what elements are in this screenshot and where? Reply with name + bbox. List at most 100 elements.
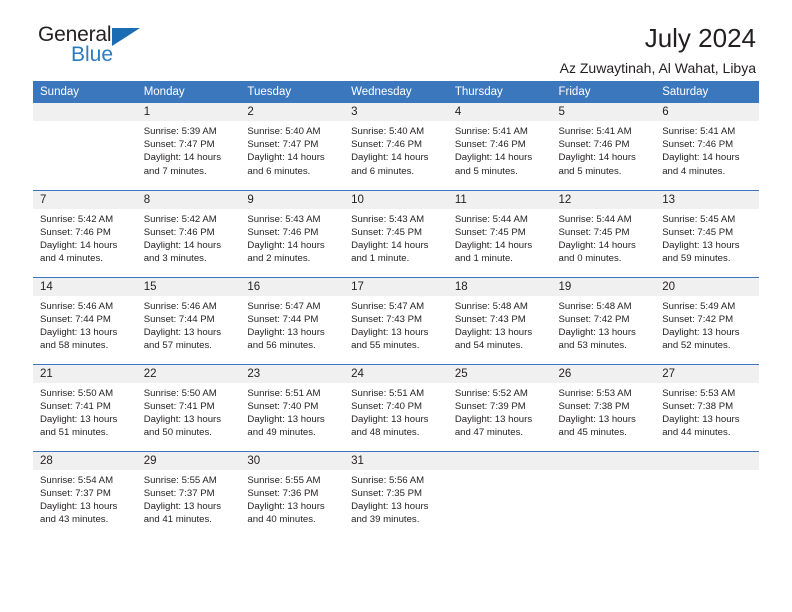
sunrise-text: Sunrise: 5:48 AM: [558, 300, 632, 312]
day-number: 26: [551, 364, 656, 383]
day-info: Sunrise: 5:43 AM Sunset: 7:45 PM Daylight:…: [344, 209, 448, 266]
daylight-text: Daylight: 14 hours and 3 minutes.: [143, 239, 222, 265]
day-cell[interactable]: 20 Sunrise: 5:49 AM Sunset: 7:42 PM Dayligh…: [655, 276, 759, 364]
daylight-text: Daylight: 13 hours and 58 minutes.: [40, 326, 118, 352]
day-cell[interactable]: 18 Sunrise: 5:48 AM Sunset: 7:43 PM Dayligh…: [447, 276, 552, 364]
day-cell[interactable]: 7 Sunrise: 5:42 AM Sunset: 7:46 PM Daylight…: [33, 189, 137, 277]
daylight-text: Daylight: 13 hours and 41 minutes.: [143, 500, 222, 526]
day-cell-empty: [551, 450, 656, 538]
sunset-text: Sunset: 7:44 PM: [143, 313, 215, 325]
day-info: Sunrise: 5:52 AM Sunset: 7:39 PM Daylight:…: [448, 383, 552, 440]
daylight-text: Daylight: 14 hours and 4 minutes.: [40, 239, 118, 265]
sunset-text: Sunset: 7:47 PM: [143, 139, 215, 151]
day-info: Sunrise: 5:55 AM Sunset: 7:36 PM Daylight:…: [240, 470, 344, 527]
day-number: 16: [240, 277, 345, 296]
daylight-text: Daylight: 14 hours and 5 minutes.: [454, 152, 533, 177]
day-cell[interactable]: 3 Sunrise: 5:40 AM Sunset: 7:46 PM Daylight…: [344, 103, 448, 190]
sunrise-text: Sunrise: 5:39 AM: [143, 126, 217, 137]
day-cell[interactable]: 6 Sunrise: 5:41 AM Sunset: 7:46 PM Daylight…: [655, 103, 759, 190]
day-info: Sunrise: 5:50 AM Sunset: 7:41 PM Daylight:…: [137, 383, 241, 440]
day-cell[interactable]: 8 Sunrise: 5:42 AM Sunset: 7:46 PM Daylight…: [136, 189, 241, 277]
daylight-text: Daylight: 13 hours and 47 minutes.: [454, 413, 533, 439]
sunset-text: Sunset: 7:46 PM: [662, 139, 734, 151]
day-cell[interactable]: 29 Sunrise: 5:55 AM Sunset: 7:37 PM Dayligh…: [136, 450, 241, 538]
day-cell-empty: [33, 103, 137, 190]
page-header: General Blue July 2024 Az Zuwaytinah, Al…: [33, 0, 759, 76]
day-cell[interactable]: 27 Sunrise: 5:53 AM Sunset: 7:38 PM Dayligh…: [655, 363, 759, 451]
sunrise-text: Sunrise: 5:46 AM: [143, 300, 217, 312]
day-cell[interactable]: 21 Sunrise: 5:50 AM Sunset: 7:41 PM Dayligh…: [33, 363, 137, 451]
day-info: Sunrise: 5:50 AM Sunset: 7:41 PM Daylight:…: [33, 383, 137, 440]
day-number: 1: [136, 103, 241, 121]
day-number: [33, 103, 137, 121]
daylight-text: Daylight: 13 hours and 56 minutes.: [247, 326, 325, 352]
day-cell[interactable]: 25 Sunrise: 5:52 AM Sunset: 7:39 PM Dayligh…: [447, 363, 552, 451]
day-cell[interactable]: 26 Sunrise: 5:53 AM Sunset: 7:38 PM Dayligh…: [551, 363, 656, 451]
day-cell[interactable]: 24 Sunrise: 5:51 AM Sunset: 7:40 PM Dayligh…: [344, 363, 448, 451]
sunrise-text: Sunrise: 5:50 AM: [40, 387, 114, 399]
sunrise-text: Sunrise: 5:42 AM: [40, 213, 114, 225]
day-cell[interactable]: 4 Sunrise: 5:41 AM Sunset: 7:46 PM Daylight…: [447, 103, 552, 190]
day-cell[interactable]: 17 Sunrise: 5:47 AM Sunset: 7:43 PM Dayligh…: [344, 276, 448, 364]
day-cell[interactable]: 31 Sunrise: 5:56 AM Sunset: 7:35 PM Dayligh…: [344, 450, 448, 538]
sunset-text: Sunset: 7:37 PM: [143, 487, 215, 499]
daylight-text: Daylight: 14 hours and 7 minutes.: [143, 152, 222, 177]
sunset-text: Sunset: 7:44 PM: [247, 313, 319, 325]
day-number: 21: [33, 364, 137, 383]
daylight-text: Daylight: 14 hours and 6 minutes.: [351, 152, 429, 177]
day-cell[interactable]: 14 Sunrise: 5:46 AM Sunset: 7:44 PM Dayligh…: [33, 276, 137, 364]
sunset-text: Sunset: 7:46 PM: [40, 226, 111, 238]
day-cell[interactable]: 16 Sunrise: 5:47 AM Sunset: 7:44 PM Dayligh…: [240, 276, 345, 364]
day-number: 23: [240, 364, 345, 383]
day-cell[interactable]: 28 Sunrise: 5:54 AM Sunset: 7:37 PM Dayligh…: [33, 450, 137, 538]
day-number: 19: [551, 277, 656, 296]
day-cell-empty: [447, 450, 552, 538]
day-cell[interactable]: 15 Sunrise: 5:46 AM Sunset: 7:44 PM Dayligh…: [136, 276, 241, 364]
daylight-text: Daylight: 14 hours and 1 minute.: [454, 239, 533, 265]
sunrise-text: Sunrise: 5:53 AM: [662, 387, 736, 399]
day-info: Sunrise: 5:44 AM Sunset: 7:45 PM Daylight:…: [552, 209, 656, 266]
sunset-text: Sunset: 7:38 PM: [558, 400, 630, 412]
day-cell[interactable]: 30 Sunrise: 5:55 AM Sunset: 7:36 PM Dayligh…: [240, 450, 345, 538]
sunrise-text: Sunrise: 5:49 AM: [662, 300, 736, 312]
weekday-header-sunday: Sunday: [33, 81, 137, 103]
day-info: Sunrise: 5:42 AM Sunset: 7:46 PM Daylight:…: [33, 209, 137, 266]
daylight-text: Daylight: 14 hours and 6 minutes.: [247, 152, 325, 177]
day-cell[interactable]: 19 Sunrise: 5:48 AM Sunset: 7:42 PM Dayligh…: [551, 276, 656, 364]
weekday-header-tuesday: Tuesday: [240, 81, 345, 103]
day-number: 5: [551, 103, 656, 121]
day-cell[interactable]: 11 Sunrise: 5:44 AM Sunset: 7:45 PM Dayligh…: [447, 189, 552, 277]
sunset-text: Sunset: 7:40 PM: [351, 400, 423, 412]
sunrise-text: Sunrise: 5:40 AM: [351, 126, 425, 137]
day-cell[interactable]: 23 Sunrise: 5:51 AM Sunset: 7:40 PM Dayligh…: [240, 363, 345, 451]
weekday-header-wednesday: Wednesday: [344, 81, 448, 103]
day-number: 4: [447, 103, 552, 121]
sunset-text: Sunset: 7:36 PM: [247, 487, 319, 499]
daylight-text: Daylight: 13 hours and 53 minutes.: [558, 326, 636, 352]
day-number: 30: [240, 451, 345, 470]
day-cell[interactable]: 2 Sunrise: 5:40 AM Sunset: 7:47 PM Daylight…: [240, 103, 345, 190]
daylight-text: Daylight: 13 hours and 39 minutes.: [351, 500, 429, 526]
logo-text-blue: Blue: [71, 43, 114, 66]
day-cell[interactable]: 1 Sunrise: 5:39 AM Sunset: 7:47 PM Daylight…: [136, 103, 241, 190]
sunrise-text: Sunrise: 5:56 AM: [351, 474, 425, 486]
sunrise-text: Sunrise: 5:46 AM: [40, 300, 114, 312]
sunset-text: Sunset: 7:41 PM: [143, 400, 215, 412]
day-info: Sunrise: 5:39 AM Sunset: 7:47 PM Daylight:…: [137, 121, 241, 178]
daylight-text: Daylight: 14 hours and 0 minutes.: [558, 239, 636, 265]
day-cell[interactable]: 22 Sunrise: 5:50 AM Sunset: 7:41 PM Dayligh…: [136, 363, 241, 451]
day-info: Sunrise: 5:48 AM Sunset: 7:43 PM Daylight:…: [448, 296, 552, 353]
sunrise-text: Sunrise: 5:55 AM: [247, 474, 321, 486]
day-cell[interactable]: 12 Sunrise: 5:44 AM Sunset: 7:45 PM Dayligh…: [551, 189, 656, 277]
sunrise-text: Sunrise: 5:48 AM: [454, 300, 528, 312]
daylight-text: Daylight: 14 hours and 4 minutes.: [662, 152, 740, 177]
day-number: 22: [136, 364, 241, 383]
daylight-text: Daylight: 13 hours and 50 minutes.: [143, 413, 222, 439]
sunrise-text: Sunrise: 5:45 AM: [662, 213, 736, 225]
day-cell[interactable]: 5 Sunrise: 5:41 AM Sunset: 7:46 PM Daylight…: [551, 103, 656, 190]
daylight-text: Daylight: 13 hours and 48 minutes.: [351, 413, 429, 439]
day-number: [551, 451, 656, 470]
day-cell[interactable]: 10 Sunrise: 5:43 AM Sunset: 7:45 PM Dayligh…: [344, 189, 448, 277]
day-cell[interactable]: 13 Sunrise: 5:45 AM Sunset: 7:45 PM Dayligh…: [655, 189, 759, 277]
day-cell[interactable]: 9 Sunrise: 5:43 AM Sunset: 7:46 PM Daylight…: [240, 189, 345, 277]
